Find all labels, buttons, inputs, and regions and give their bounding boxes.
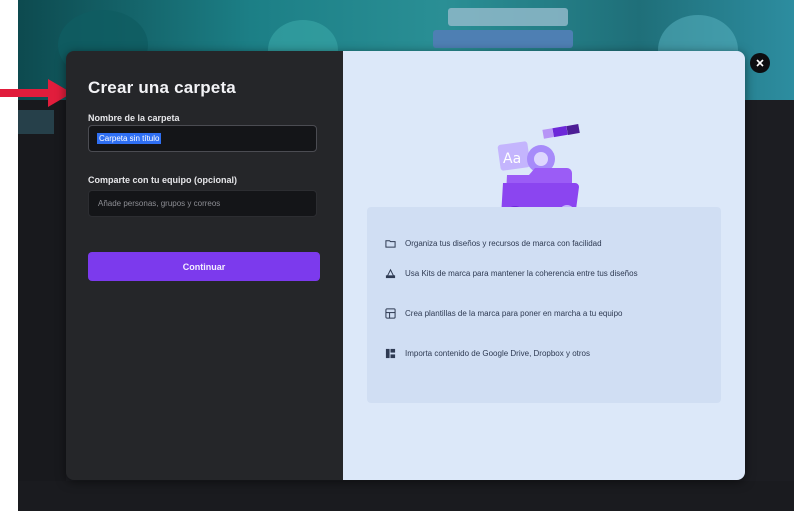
folder-icon bbox=[385, 240, 396, 248]
background-footer bbox=[18, 481, 794, 511]
close-icon bbox=[756, 59, 764, 67]
folder-name-value: Carpeta sin título bbox=[97, 133, 162, 144]
features-card: Organiza tus diseños y recursos de marca… bbox=[367, 207, 721, 403]
import-icon bbox=[385, 348, 396, 359]
svg-text:Aa: Aa bbox=[503, 151, 521, 167]
feature-text: Organiza tus diseños y recursos de marca… bbox=[405, 239, 602, 248]
close-button[interactable] bbox=[750, 53, 770, 73]
share-placeholder: Añade personas, grupos y correos bbox=[98, 199, 221, 208]
share-label: Comparte con tu equipo (opcional) bbox=[88, 175, 237, 185]
feature-item: Usa Kits de marca para mantener la coher… bbox=[385, 267, 705, 281]
brand-kit-icon bbox=[385, 268, 396, 279]
dialog-form-panel: Crear una carpeta Nombre de la carpeta C… bbox=[66, 51, 343, 480]
dialog-info-panel: Aa Organiza tus diseños y recursos de ma… bbox=[343, 51, 745, 480]
dialog-title: Crear una carpeta bbox=[88, 78, 236, 97]
template-icon bbox=[385, 308, 396, 319]
background-header-bar bbox=[433, 30, 573, 48]
background-header-bar bbox=[448, 8, 568, 26]
folder-name-input[interactable]: Carpeta sin título bbox=[88, 125, 317, 152]
red-arrow-annotation bbox=[0, 79, 72, 107]
feature-text: Crea plantillas de la marca para poner e… bbox=[405, 309, 623, 318]
feature-item: Crea plantillas de la marca para poner e… bbox=[385, 307, 705, 321]
feature-text: Importa contenido de Google Drive, Dropb… bbox=[405, 349, 590, 358]
create-folder-dialog: Crear una carpeta Nombre de la carpeta C… bbox=[66, 51, 745, 480]
background-sidebar bbox=[18, 100, 66, 511]
continue-button[interactable]: Continuar bbox=[88, 252, 320, 281]
background-sidebar-item bbox=[18, 110, 54, 134]
folder-name-label: Nombre de la carpeta bbox=[88, 113, 180, 123]
feature-text: Usa Kits de marca para mantener la coher… bbox=[405, 269, 638, 278]
feature-item: Importa contenido de Google Drive, Dropb… bbox=[385, 347, 705, 361]
feature-item: Organiza tus diseños y recursos de marca… bbox=[385, 237, 705, 251]
share-input[interactable]: Añade personas, grupos y correos bbox=[88, 190, 317, 217]
